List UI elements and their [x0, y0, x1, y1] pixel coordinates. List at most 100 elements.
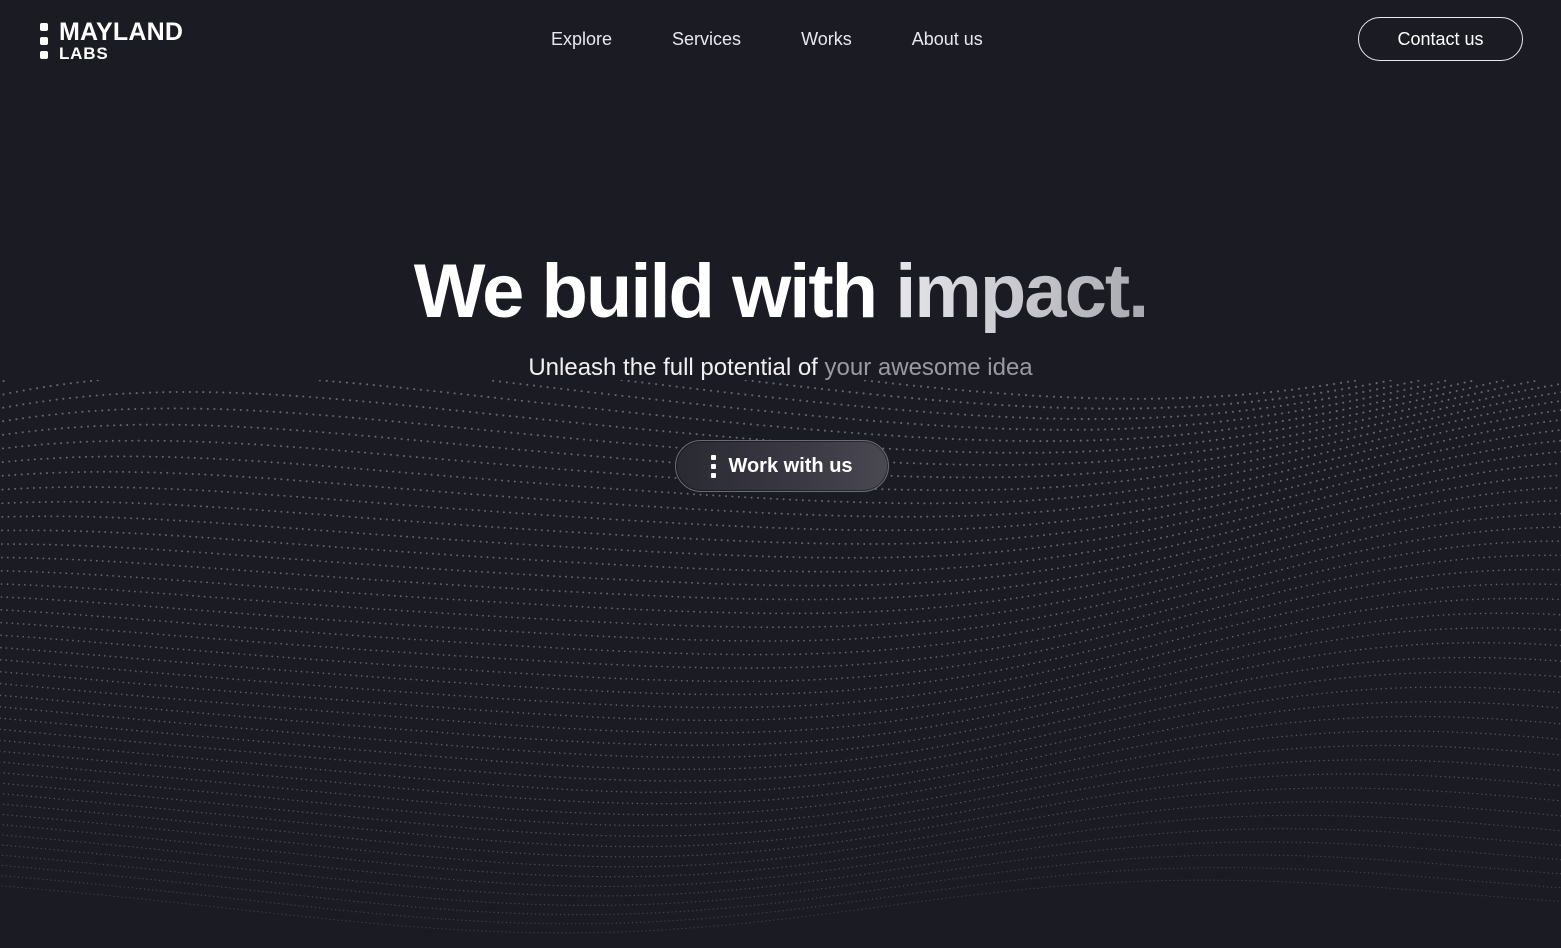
wave-particle: [265, 525, 267, 528]
wave-particle: [1479, 494, 1482, 497]
wave-particle: [1359, 539, 1362, 541]
wave-particle: [1336, 544, 1339, 547]
wave-particle: [1422, 397, 1425, 400]
wave-particle: [435, 457, 438, 460]
wave-particle: [1489, 470, 1491, 473]
wave-particle: [1277, 580, 1279, 583]
wave-particle: [283, 526, 286, 529]
wave-particle: [1536, 526, 1538, 529]
wave-particle: [933, 386, 937, 389]
wave-particle: [452, 507, 455, 510]
wave-particle: [935, 643, 938, 646]
wave-particle: [305, 446, 308, 450]
wave-particle: [742, 597, 745, 600]
wave-particle: [251, 459, 254, 462]
wave-particle: [795, 598, 798, 601]
wave-particle: [856, 515, 859, 518]
wave-particle: [1131, 427, 1134, 430]
wave-particle: [835, 584, 837, 587]
wave-particle: [1310, 572, 1313, 575]
wave-particle: [1229, 501, 1231, 504]
wave-particle: [1033, 582, 1036, 585]
wave-particle: [743, 626, 745, 628]
wave-particle: [834, 665, 837, 667]
wave-particle: [1231, 530, 1233, 533]
wave-particle: [260, 443, 263, 446]
wave-particle: [856, 650, 858, 653]
wave-particle: [1513, 466, 1515, 469]
wave-particle: [483, 494, 485, 496]
wave-particle: [576, 453, 580, 456]
wave-particle: [155, 455, 158, 458]
wave-particle: [603, 455, 606, 459]
wave-particle: [751, 583, 753, 586]
wave-particle: [173, 519, 175, 522]
wave-particle: [441, 458, 444, 461]
wave-particle: [13, 501, 16, 504]
wave-particle: [954, 528, 957, 531]
wave-particle: [145, 591, 148, 594]
wave-particle: [246, 524, 249, 526]
wave-particle: [880, 570, 883, 573]
wave-particle: [345, 576, 347, 579]
wave-particle: [416, 520, 419, 523]
wave-particle: [513, 480, 516, 483]
wave-particle: [1108, 397, 1112, 400]
wave-particle: [667, 476, 671, 479]
wave-particle: [883, 394, 886, 397]
wave-particle: [1040, 475, 1043, 478]
wave-particle: [1196, 590, 1198, 593]
wave-particle: [996, 563, 999, 566]
wave-particle: [538, 646, 541, 648]
wave-particle: [1135, 595, 1138, 598]
wave-particle: [1524, 389, 1527, 392]
wave-particle: [1409, 430, 1412, 433]
wave-particle: [1325, 547, 1327, 549]
wave-particle: [502, 414, 505, 417]
wave-particle: [609, 503, 612, 505]
wave-particle: [843, 638, 846, 641]
wave-particle: [629, 458, 632, 461]
wave-particle: [1223, 493, 1226, 496]
wave-particle: [433, 390, 436, 393]
wave-particle: [868, 570, 871, 573]
wave-particle: [285, 643, 288, 646]
wave-particle: [943, 580, 945, 583]
wave-particle: [1009, 633, 1011, 636]
wave-particle: [700, 553, 703, 555]
wave-particle: [854, 637, 857, 640]
wave-particle: [1218, 584, 1221, 587]
wave-particle: [722, 667, 725, 669]
wave-particle: [1443, 499, 1446, 502]
wave-particle: [900, 421, 903, 425]
wave-particle: [211, 424, 214, 427]
wave-particle: [520, 399, 523, 402]
wave-particle: [893, 461, 896, 464]
wave-particle: [171, 534, 173, 537]
wave-particle: [234, 442, 237, 445]
wave-particle: [869, 543, 872, 545]
wave-particle: [1388, 544, 1391, 546]
wave-particle: [1237, 462, 1240, 465]
wave-particle: [1195, 405, 1198, 408]
wave-particle: [565, 545, 568, 548]
wave-particle: [194, 580, 197, 583]
wave-particle: [1092, 527, 1095, 530]
wave-particle: [325, 604, 328, 607]
wave-particle: [1042, 428, 1046, 431]
wave-particle: [347, 647, 350, 650]
wave-particle: [279, 445, 283, 448]
wave-particle: [473, 540, 476, 543]
wave-particle: [1348, 421, 1351, 425]
wave-particle: [1190, 530, 1193, 533]
wave-particle: [789, 666, 792, 669]
wave-particle: [571, 561, 574, 564]
wave-particle: [225, 458, 228, 461]
wave-particle: [1534, 540, 1537, 543]
wave-particle: [1184, 531, 1187, 534]
wave-particle: [669, 652, 671, 654]
wave-particle: [1218, 412, 1221, 415]
wave-particle: [704, 567, 707, 570]
wave-particle: [685, 581, 687, 584]
wave-particle: [153, 407, 157, 410]
